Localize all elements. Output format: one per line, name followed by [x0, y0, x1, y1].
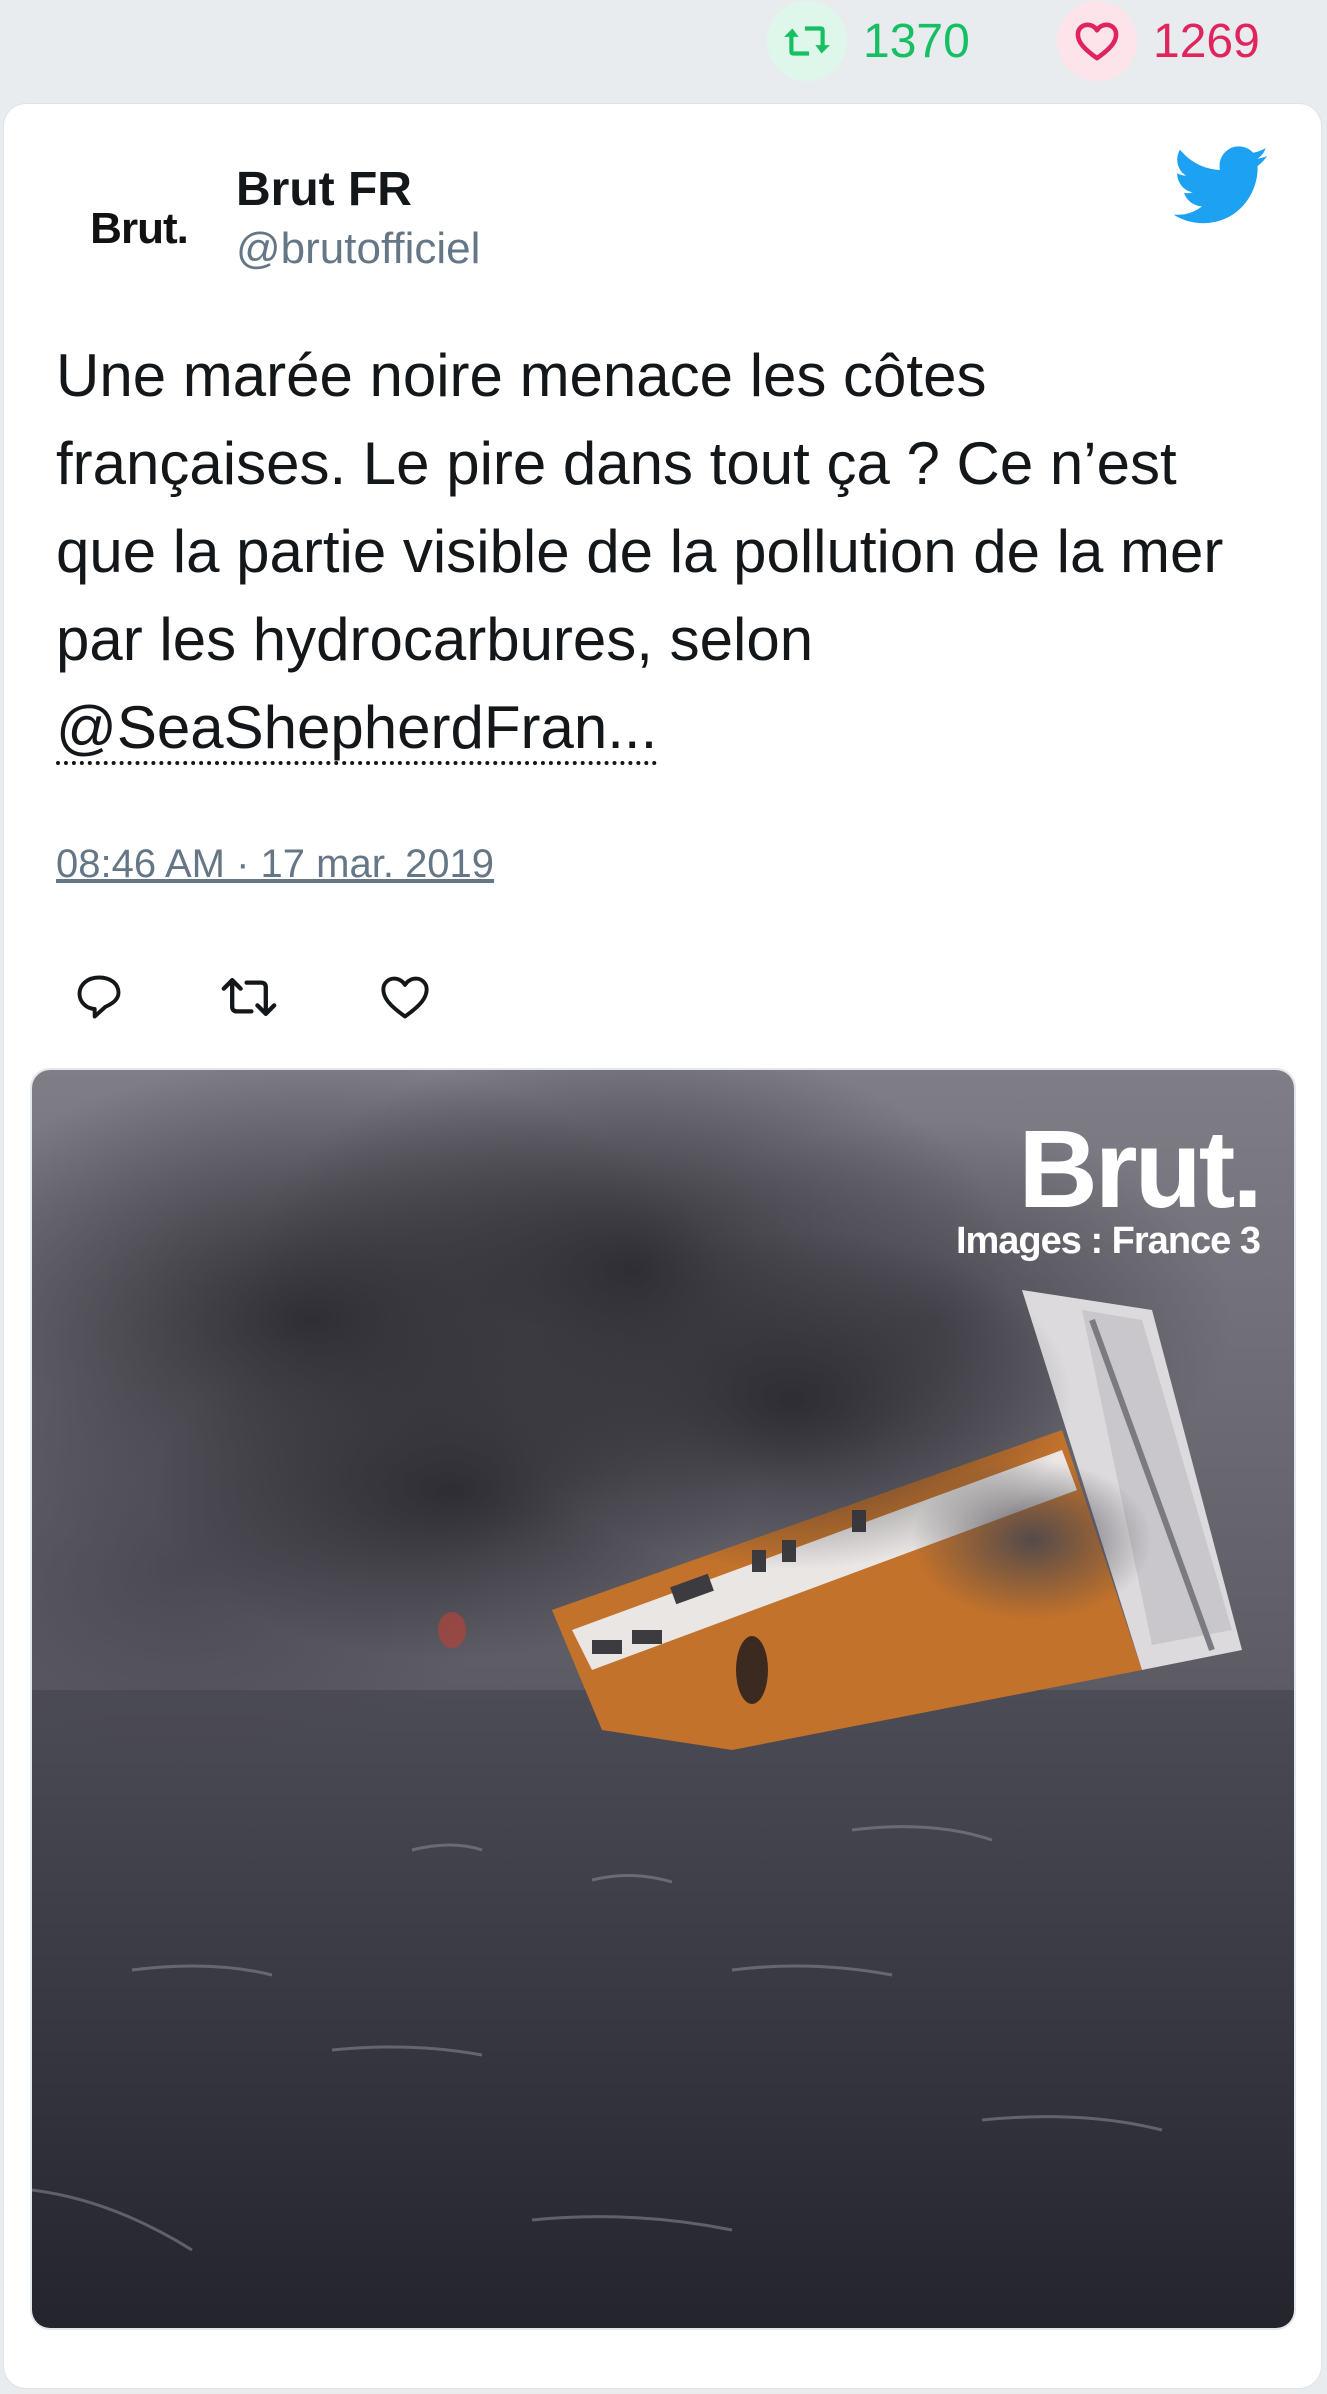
- mention-link[interactable]: @SeaShepherdFran...: [56, 694, 658, 765]
- reply-button[interactable]: [54, 952, 144, 1042]
- like-button[interactable]: [360, 952, 450, 1042]
- engagement-stats: 1370 1269: [0, 0, 1327, 100]
- retweet-stat[interactable]: 1370: [767, 0, 970, 82]
- author-name[interactable]: Brut FR: [236, 162, 412, 217]
- reply-icon: [77, 975, 121, 1019]
- tweet-text: Une marée noire menace les côtes françai…: [56, 332, 1276, 772]
- retweet-button[interactable]: [204, 952, 294, 1042]
- tweet-timestamp[interactable]: 08:46 AM · 17 mar. 2019: [56, 842, 494, 887]
- like-count-icon: [1057, 1, 1137, 81]
- heart-icon: [381, 976, 429, 1019]
- media-credit: Images : France 3: [955, 1220, 1261, 1262]
- avatar[interactable]: Brut.: [54, 164, 224, 294]
- twitter-bird-icon[interactable]: [1174, 146, 1270, 226]
- tweet-card[interactable]: Brut. Brut FR @brutofficiel Une marée no…: [4, 104, 1321, 2388]
- media-watermark-logo: Brut.: [1018, 1108, 1263, 1231]
- author-handle[interactable]: @brutofficiel: [236, 224, 480, 274]
- tweet-media-image[interactable]: Brut. Images : France 3: [30, 1068, 1296, 2330]
- like-count: 1269: [1153, 14, 1260, 68]
- retweet-count-icon: [767, 1, 847, 81]
- tweet-body: Une marée noire menace les côtes françai…: [56, 342, 1224, 673]
- retweet-count: 1370: [863, 14, 970, 68]
- like-stat[interactable]: 1269: [1057, 0, 1260, 82]
- retweet-icon: [221, 978, 277, 1016]
